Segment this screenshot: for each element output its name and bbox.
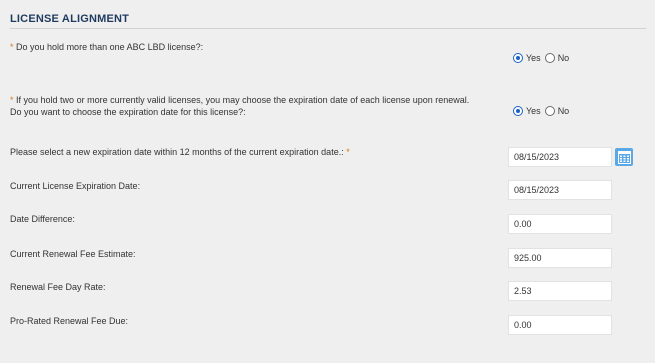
radio-group-multiple-licenses: Yes No [513, 53, 573, 63]
section-title: LICENSE ALIGNMENT [10, 13, 130, 25]
required-marker: * [346, 147, 350, 157]
required-marker: * [10, 42, 14, 52]
radio-yes-label[interactable]: Yes [526, 53, 541, 63]
radio-no-label[interactable]: No [558, 106, 570, 116]
field-label-text: Please select a new expiration date with… [10, 147, 344, 157]
question-text: Do you hold more than one ABC LBD licens… [16, 42, 204, 52]
question-choose-expiration-label: * If you hold two or more currently vali… [10, 94, 469, 118]
new-expiration-date-input[interactable] [508, 147, 612, 167]
question-multiple-licenses-label: * Do you hold more than one ABC LBD lice… [10, 41, 203, 53]
required-marker: * [10, 95, 14, 105]
calendar-icon [617, 150, 631, 164]
radio-yes[interactable] [513, 53, 523, 63]
new-expiration-date-label: Please select a new expiration date with… [10, 147, 350, 157]
prorated-fee-due-input[interactable] [508, 315, 612, 335]
radio-no[interactable] [544, 53, 555, 63]
calendar-button[interactable] [615, 148, 633, 166]
current-expiration-label: Current License Expiration Date: [10, 181, 141, 191]
renewal-fee-estimate-input[interactable] [508, 248, 612, 268]
prorated-fee-due-label: Pro-Rated Renewal Fee Due: [10, 316, 129, 326]
current-expiration-input[interactable] [508, 180, 612, 200]
radio-no-label[interactable]: No [558, 53, 570, 63]
radio-no[interactable] [544, 106, 555, 116]
renewal-fee-day-rate-input[interactable] [508, 281, 612, 301]
section-divider [10, 28, 646, 29]
question-text-line1: If you hold two or more currently valid … [16, 95, 470, 105]
date-difference-label: Date Difference: [10, 214, 75, 224]
renewal-fee-day-rate-label: Renewal Fee Day Rate: [10, 282, 106, 292]
radio-yes-label[interactable]: Yes [526, 106, 541, 116]
renewal-fee-estimate-label: Current Renewal Fee Estimate: [10, 249, 136, 259]
question-text-line2: Do you want to choose the expiration dat… [10, 107, 246, 117]
radio-group-choose-expiration: Yes No [513, 106, 573, 116]
date-difference-input[interactable] [508, 214, 612, 234]
radio-yes[interactable] [513, 106, 523, 116]
